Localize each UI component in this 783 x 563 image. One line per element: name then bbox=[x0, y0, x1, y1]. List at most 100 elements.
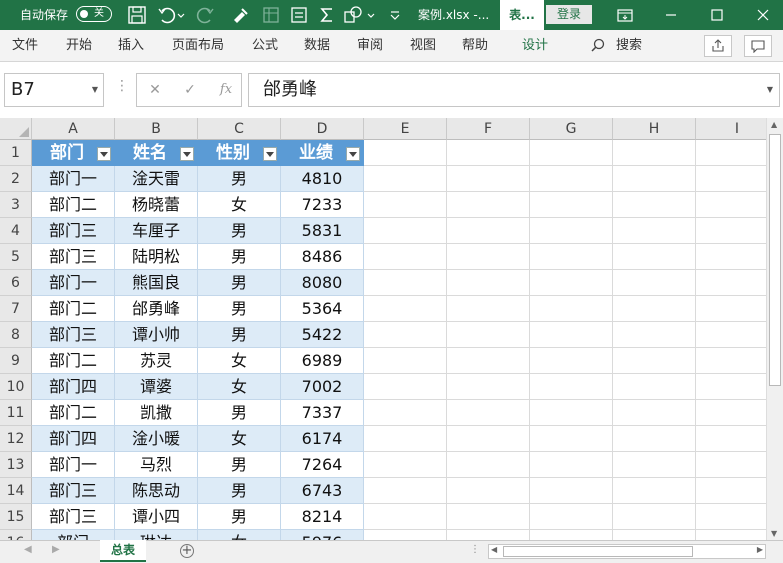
table-cell-sales[interactable]: 7233 bbox=[281, 192, 364, 218]
table-cell-dept[interactable]: 部门三 bbox=[32, 322, 115, 348]
row-header-13[interactable]: 13 bbox=[0, 452, 32, 478]
empty-cell[interactable] bbox=[447, 270, 530, 296]
table-cell-sales[interactable]: 5422 bbox=[281, 322, 364, 348]
empty-cell[interactable] bbox=[364, 348, 447, 374]
cancel-icon[interactable]: ✕ bbox=[140, 74, 170, 106]
empty-cell[interactable] bbox=[447, 244, 530, 270]
table-cell-sales[interactable]: 6989 bbox=[281, 348, 364, 374]
row-header-8[interactable]: 8 bbox=[0, 322, 32, 348]
empty-cell[interactable] bbox=[613, 140, 696, 166]
table-cell-name[interactable]: 陆明松 bbox=[115, 244, 198, 270]
table-cell-name[interactable]: 马烈 bbox=[115, 452, 198, 478]
table-cell-dept[interactable]: 部门一 bbox=[32, 166, 115, 192]
column-header-e[interactable]: E bbox=[364, 118, 447, 140]
table-cell-name[interactable]: 车厘子 bbox=[115, 218, 198, 244]
login-button[interactable]: 登录 bbox=[546, 5, 592, 24]
share-button[interactable] bbox=[704, 35, 732, 57]
empty-cell[interactable] bbox=[364, 374, 447, 400]
empty-cell[interactable] bbox=[530, 166, 613, 192]
table-cell-gender[interactable]: 男 bbox=[198, 322, 281, 348]
table-cell-gender[interactable]: 男 bbox=[198, 452, 281, 478]
empty-cell[interactable] bbox=[364, 400, 447, 426]
empty-cell[interactable] bbox=[447, 530, 530, 540]
row-header-2[interactable]: 2 bbox=[0, 166, 32, 192]
table-cell-dept[interactable]: 部门三 bbox=[32, 218, 115, 244]
empty-cell[interactable] bbox=[530, 322, 613, 348]
table-cell-gender[interactable]: 女 bbox=[198, 192, 281, 218]
empty-cell[interactable] bbox=[447, 166, 530, 192]
column-header-g[interactable]: G bbox=[530, 118, 613, 140]
menu-data[interactable]: 数据 bbox=[304, 30, 330, 61]
comments-button[interactable] bbox=[744, 35, 772, 57]
table-cell-dept[interactable]: 部门二 bbox=[32, 348, 115, 374]
table-cell-dept[interactable]: 部门四 bbox=[32, 374, 115, 400]
table-header-gender-cell[interactable]: 性别 bbox=[198, 140, 281, 166]
table-cell-name[interactable]: 谭婆 bbox=[115, 374, 198, 400]
table-cell-gender[interactable]: 男 bbox=[198, 504, 281, 530]
maximize-icon[interactable] bbox=[706, 4, 728, 26]
empty-cell[interactable] bbox=[364, 244, 447, 270]
save-icon[interactable] bbox=[126, 4, 148, 26]
empty-cell[interactable] bbox=[447, 452, 530, 478]
empty-cell[interactable] bbox=[613, 426, 696, 452]
empty-cell[interactable] bbox=[613, 322, 696, 348]
table-cell-dept[interactable]: 部门三 bbox=[32, 478, 115, 504]
filter-dropdown-icon[interactable] bbox=[346, 147, 360, 161]
horizontal-scroll-thumb[interactable] bbox=[503, 546, 693, 557]
redo-icon[interactable] bbox=[194, 4, 216, 26]
column-header-d[interactable]: D bbox=[281, 118, 364, 140]
row-header-12[interactable]: 12 bbox=[0, 426, 32, 452]
empty-cell[interactable] bbox=[613, 478, 696, 504]
empty-cell[interactable] bbox=[613, 348, 696, 374]
table-cell-dept[interactable]: 部门二 bbox=[32, 296, 115, 322]
empty-cell[interactable] bbox=[530, 244, 613, 270]
table-cell-sales[interactable]: 5364 bbox=[281, 296, 364, 322]
filter-dropdown-icon[interactable] bbox=[97, 147, 111, 161]
row-header-7[interactable]: 7 bbox=[0, 296, 32, 322]
table-tools-tab[interactable]: 表... bbox=[500, 0, 544, 30]
table-cell-sales[interactable]: 7264 bbox=[281, 452, 364, 478]
empty-cell[interactable] bbox=[530, 296, 613, 322]
scroll-left-icon[interactable]: ◀ bbox=[491, 545, 497, 554]
table-icon[interactable] bbox=[260, 4, 282, 26]
table-cell-sales[interactable]: 8080 bbox=[281, 270, 364, 296]
menu-view[interactable]: 视图 bbox=[410, 30, 436, 61]
empty-cell[interactable] bbox=[447, 140, 530, 166]
formula-input[interactable]: 邰勇峰 ▼ bbox=[248, 73, 780, 107]
table-cell-sales[interactable]: 7002 bbox=[281, 374, 364, 400]
empty-cell[interactable] bbox=[530, 504, 613, 530]
empty-cell[interactable] bbox=[530, 374, 613, 400]
table-cell-name[interactable]: 淦小暖 bbox=[115, 426, 198, 452]
vertical-scroll-thumb[interactable] bbox=[769, 134, 781, 386]
shapes-icon[interactable] bbox=[342, 4, 364, 26]
row-header-15[interactable]: 15 bbox=[0, 504, 32, 530]
menu-review[interactable]: 审阅 bbox=[357, 30, 383, 61]
empty-cell[interactable] bbox=[530, 400, 613, 426]
menu-design[interactable]: 设计 bbox=[522, 30, 548, 61]
format-painter-icon[interactable] bbox=[230, 4, 252, 26]
empty-cell[interactable] bbox=[613, 192, 696, 218]
vertical-scrollbar[interactable]: ▲ ▼ bbox=[766, 118, 783, 540]
close-icon[interactable] bbox=[752, 4, 774, 26]
column-header-c[interactable]: C bbox=[198, 118, 281, 140]
row-header-5[interactable]: 5 bbox=[0, 244, 32, 270]
empty-cell[interactable] bbox=[447, 478, 530, 504]
empty-cell[interactable] bbox=[530, 218, 613, 244]
row-header-14[interactable]: 14 bbox=[0, 478, 32, 504]
table-cell-sales[interactable]: 8214 bbox=[281, 504, 364, 530]
table-cell-sales[interactable]: 5976 bbox=[281, 530, 364, 540]
table-cell-name[interactable]: 琳达 bbox=[115, 530, 198, 540]
table-cell-dept[interactable]: 部门一 bbox=[32, 270, 115, 296]
empty-cell[interactable] bbox=[530, 270, 613, 296]
table-cell-dept[interactable]: 部门一 bbox=[32, 452, 115, 478]
search-icon[interactable] bbox=[590, 38, 606, 54]
filter-dropdown-icon[interactable] bbox=[263, 147, 277, 161]
empty-cell[interactable] bbox=[613, 374, 696, 400]
row-header-1[interactable]: 1 bbox=[0, 140, 32, 166]
table-cell-name[interactable]: 谭小四 bbox=[115, 504, 198, 530]
empty-cell[interactable] bbox=[530, 426, 613, 452]
table-cell-gender[interactable]: 女 bbox=[198, 374, 281, 400]
empty-cell[interactable] bbox=[364, 452, 447, 478]
table-cell-gender[interactable]: 男 bbox=[198, 218, 281, 244]
scroll-down-icon[interactable]: ▼ bbox=[771, 529, 777, 538]
